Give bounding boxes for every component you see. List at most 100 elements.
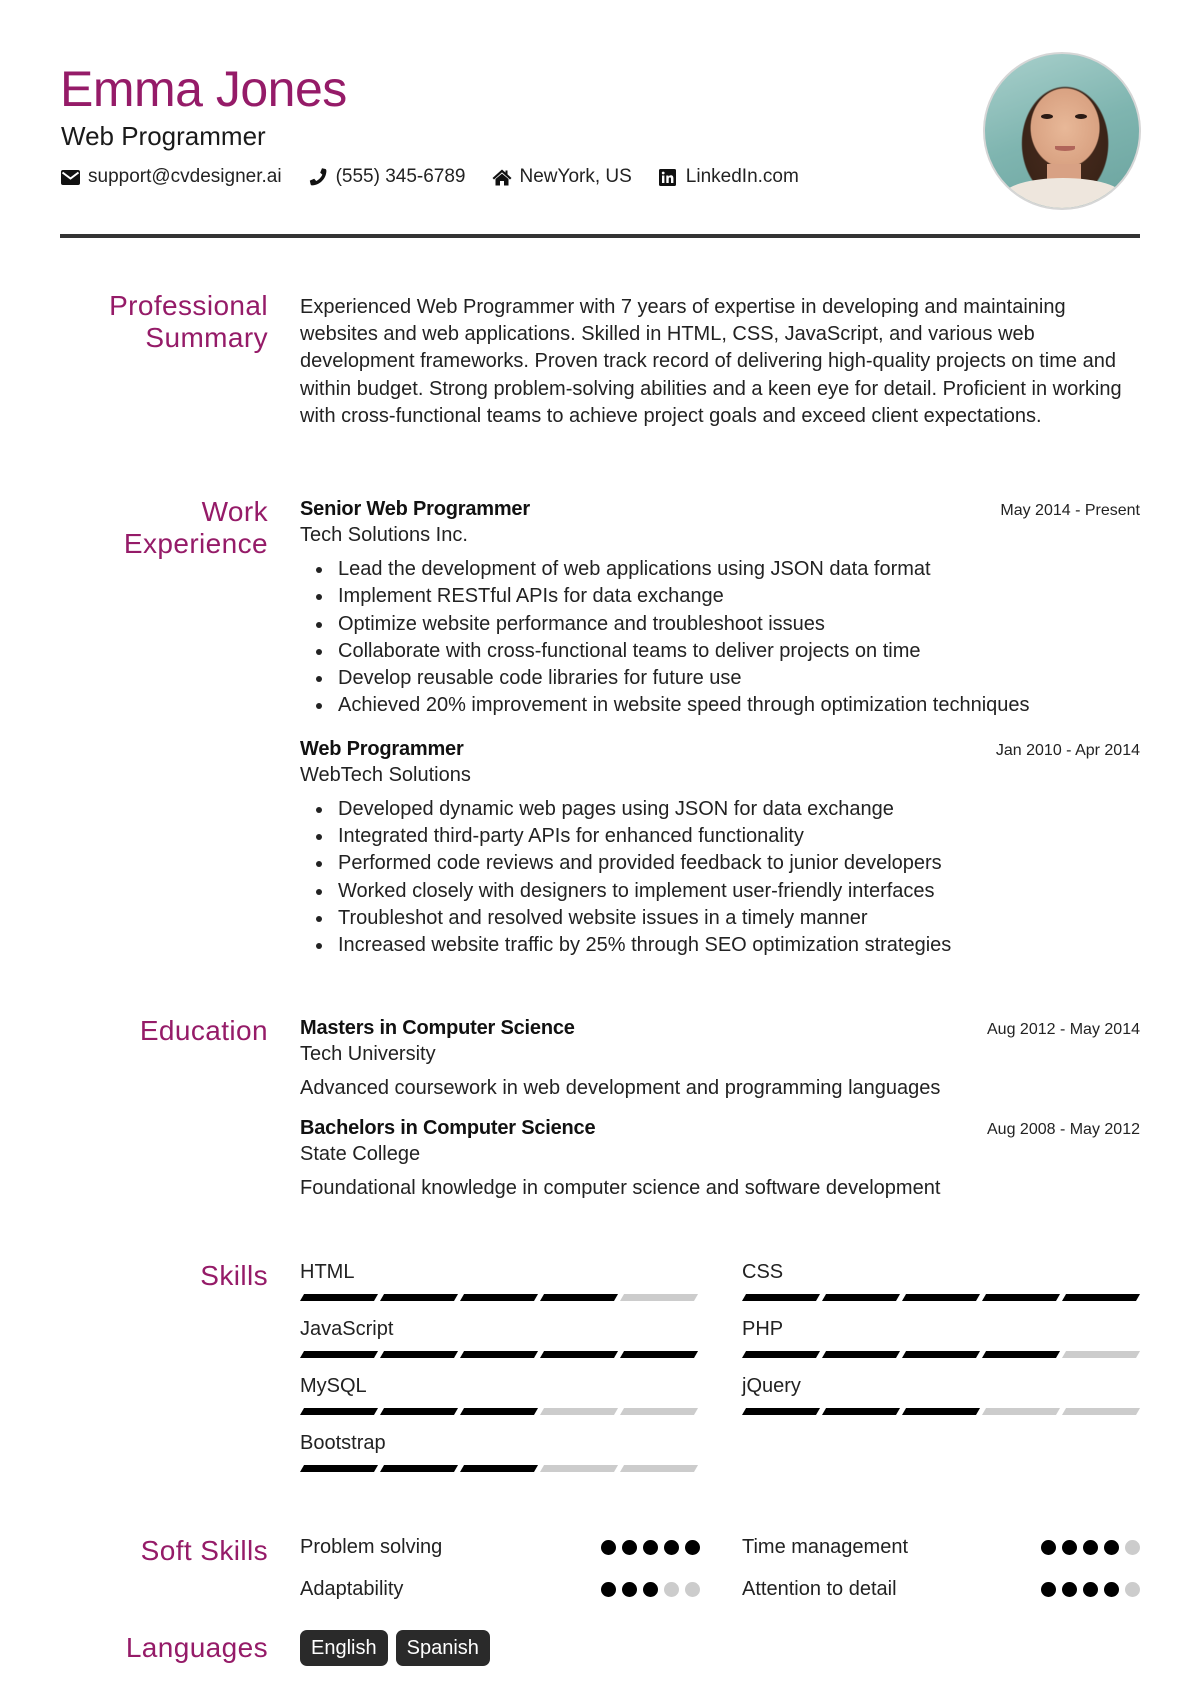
soft-skill-item: Problem solving xyxy=(300,1535,700,1559)
skill-name: Bootstrap xyxy=(300,1432,386,1454)
rating-dot-empty xyxy=(1125,1539,1140,1555)
soft-skill-item: Attention to detail xyxy=(742,1577,1140,1601)
section-heading-education: Education xyxy=(139,1015,268,1046)
skill-name: jQuery xyxy=(742,1375,801,1397)
skill-segment-filled xyxy=(742,1294,821,1301)
rating-dot-filled xyxy=(1041,1581,1056,1597)
skill-segment-empty xyxy=(540,1408,619,1415)
contact-location-text: NewYork, US xyxy=(519,166,632,187)
bullet-item: Implement RESTful APIs for data exchange xyxy=(300,583,1140,610)
skill-name: MySQL xyxy=(300,1375,367,1397)
language-list: English Spanish xyxy=(300,1630,1140,1666)
skill-item: JavaScript xyxy=(300,1317,742,1358)
bullet-item: Worked closely with designers to impleme… xyxy=(300,878,1140,905)
job-entry: Web Programmer Jan 2010 - Apr 2014 WebTe… xyxy=(300,736,1140,960)
soft-skill-item: Adaptability xyxy=(300,1577,700,1601)
school-name: State College xyxy=(300,1143,421,1165)
skill-level-bar xyxy=(300,1294,699,1301)
skill-item: HTML xyxy=(300,1260,742,1301)
skill-segment-empty xyxy=(620,1465,699,1472)
soft-skill-name: Problem solving xyxy=(300,1536,443,1558)
skill-segment-filled xyxy=(822,1351,901,1358)
skill-segment-filled xyxy=(460,1408,539,1415)
contact-linkedin[interactable]: LinkedIn.com xyxy=(658,166,799,188)
bullet-dot xyxy=(316,915,322,922)
rating-dot-filled xyxy=(1041,1539,1056,1555)
rating-dot-filled xyxy=(685,1539,700,1555)
resume-header: Emma Jones Web Programmer support@cvdesi… xyxy=(60,52,1141,216)
bullet-dot xyxy=(316,621,322,628)
rating-dot-filled xyxy=(1062,1581,1077,1597)
skill-level-bar xyxy=(742,1408,1141,1415)
rating-dot-filled xyxy=(643,1539,658,1555)
contact-email-text: support@cvdesigner.ai xyxy=(88,166,282,187)
bullet-dot xyxy=(316,806,322,813)
skill-segment-filled xyxy=(460,1294,539,1301)
skill-segment-filled xyxy=(540,1351,619,1358)
job-dates: Jan 2010 - Apr 2014 xyxy=(995,741,1140,759)
job-entry: Senior Web Programmer May 2014 - Present… xyxy=(300,496,1140,720)
rating-dot-filled xyxy=(601,1539,616,1555)
bullet-text: Optimize website performance and trouble… xyxy=(338,612,825,635)
contact-email[interactable]: support@cvdesigner.ai xyxy=(60,166,282,188)
linkedin-icon xyxy=(658,167,678,187)
education-description: Advanced coursework in web development a… xyxy=(300,1077,941,1099)
contact-phone[interactable]: (555) 345-6789 xyxy=(308,166,466,188)
profile-photo xyxy=(983,52,1141,210)
section-heading-summary: Professional Summary xyxy=(109,290,268,353)
skill-item: Bootstrap xyxy=(300,1431,742,1472)
rating-dot-filled xyxy=(664,1539,679,1555)
section-heading-languages: Languages xyxy=(125,1632,268,1663)
language-badge: Spanish xyxy=(395,1630,490,1666)
education-entry: Masters in Computer Science Aug 2012 - M… xyxy=(300,1015,1140,1101)
soft-skill-rating xyxy=(595,1581,700,1597)
bullet-text: Developed dynamic web pages using JSON f… xyxy=(338,797,894,820)
skill-segment-filled xyxy=(380,1408,459,1415)
skill-segment-filled xyxy=(982,1351,1061,1358)
job-dates: May 2014 - Present xyxy=(1000,502,1140,519)
soft-skill-name: Adaptability xyxy=(300,1578,404,1600)
bullet-dot xyxy=(316,943,322,950)
skill-segment-empty xyxy=(620,1294,699,1301)
education-description: Foundational knowledge in computer scien… xyxy=(300,1177,941,1199)
skill-segment-filled xyxy=(902,1294,981,1301)
photo-shirt xyxy=(1003,178,1123,208)
skill-segment-filled xyxy=(460,1465,539,1472)
skill-segment-filled xyxy=(380,1351,459,1358)
rating-dot-filled xyxy=(1083,1581,1098,1597)
section-heading-experience: Work Experience xyxy=(123,496,268,559)
rating-dot-filled xyxy=(601,1581,616,1597)
phone-icon xyxy=(308,167,328,187)
bullet-item: Optimize website performance and trouble… xyxy=(300,611,1140,638)
bullet-dot xyxy=(316,567,322,573)
rating-dot-filled xyxy=(622,1539,637,1555)
bullet-dot xyxy=(316,703,322,710)
soft-skill-rating xyxy=(1035,1539,1140,1555)
bullet-dot xyxy=(316,888,322,895)
rating-dot-filled xyxy=(1062,1539,1077,1555)
skill-level-bar xyxy=(300,1408,699,1415)
skill-segment-filled xyxy=(300,1465,379,1472)
skill-segment-filled xyxy=(902,1351,981,1358)
bullet-item: Performed code reviews and provided feed… xyxy=(300,850,1140,877)
skill-item: CSS xyxy=(742,1260,1141,1301)
candidate-title: Web Programmer xyxy=(61,121,266,151)
skill-segment-filled xyxy=(742,1351,821,1358)
skill-segment-filled xyxy=(380,1465,459,1472)
skill-name: HTML xyxy=(300,1261,355,1283)
bullet-item: Collaborate with cross-functional teams … xyxy=(300,638,1140,665)
skill-segment-empty xyxy=(982,1408,1061,1415)
bullet-text: Worked closely with designers to impleme… xyxy=(338,879,935,902)
skill-segment-empty xyxy=(1062,1351,1141,1358)
skill-name: JavaScript xyxy=(300,1318,394,1340)
skill-segment-empty xyxy=(540,1465,619,1472)
skill-name: CSS xyxy=(742,1261,784,1283)
skill-segment-filled xyxy=(1062,1294,1141,1301)
rating-dot-filled xyxy=(622,1581,637,1597)
bullet-dot xyxy=(316,861,322,868)
bullet-text: Performed code reviews and provided feed… xyxy=(338,852,942,875)
bullet-dot xyxy=(316,834,322,841)
bullet-item: Developed dynamic web pages using JSON f… xyxy=(300,796,1140,823)
envelope-icon xyxy=(60,167,80,187)
skill-segment-empty xyxy=(1062,1408,1141,1415)
